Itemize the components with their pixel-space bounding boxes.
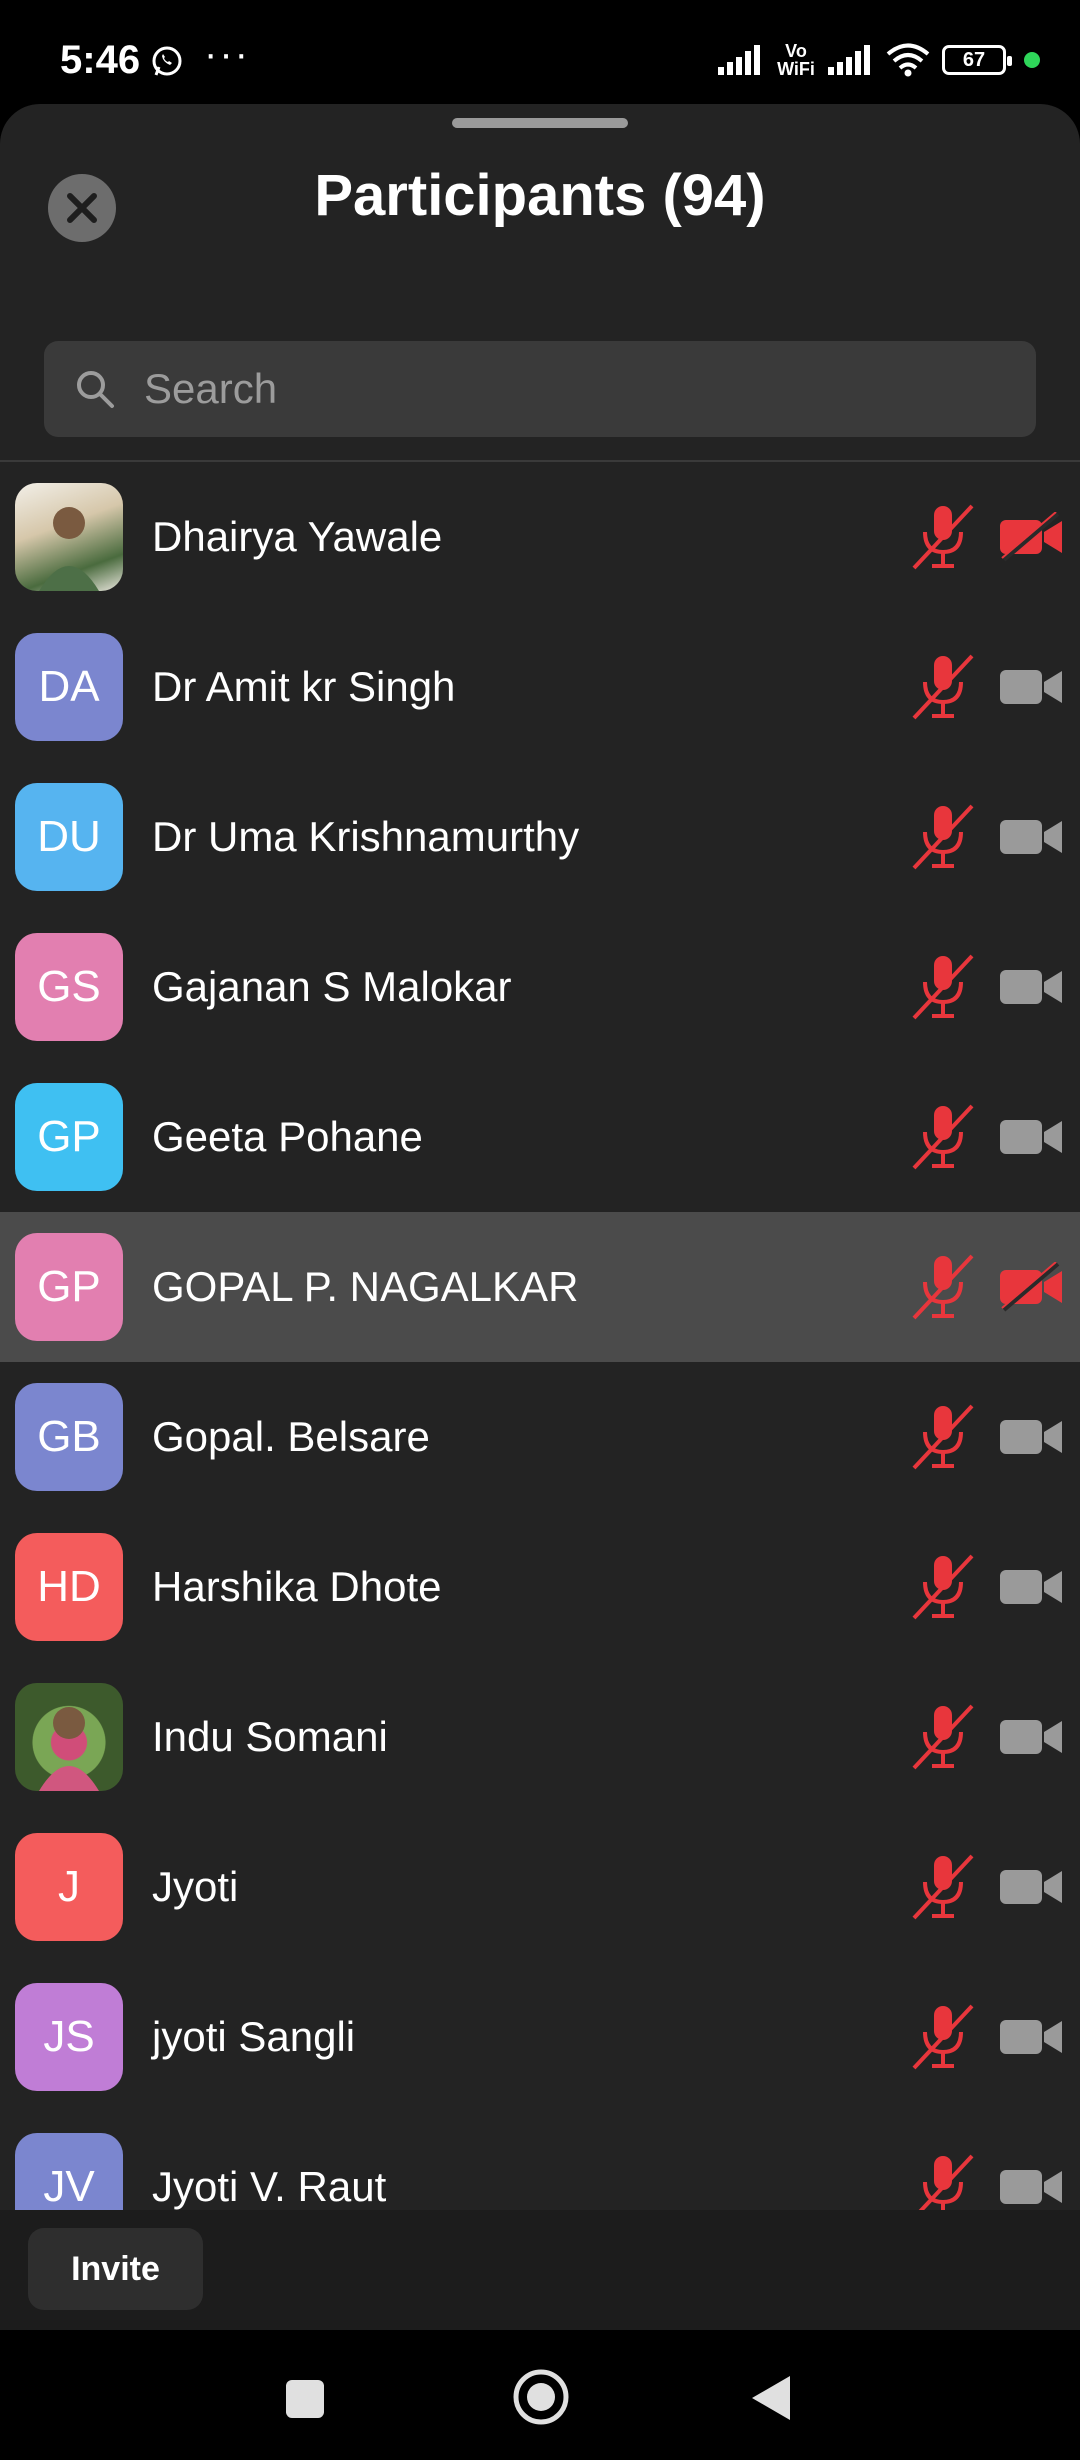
invite-button[interactable]: Invite	[28, 2228, 203, 2310]
avatar-initials: DA	[38, 662, 100, 711]
avatar: GP	[15, 1083, 123, 1191]
system-nav-bar	[0, 2330, 1080, 2460]
participant-name: Indu Somani	[152, 1713, 388, 1760]
sheet-drag-handle[interactable]	[452, 118, 628, 128]
status-bar: 5:46 ··· Vo WiFi 67	[0, 0, 1080, 105]
avatar-initials: GP	[37, 1112, 101, 1161]
mic-muted-icon[interactable]	[910, 2152, 976, 2210]
status-time: 5:46	[60, 38, 141, 82]
back-triangle-icon[interactable]	[748, 2372, 796, 2424]
privacy-indicator-dot	[1024, 52, 1040, 68]
participant-name: jyoti Sangli	[152, 2013, 356, 2060]
video-camera-icon[interactable]	[998, 1712, 1064, 1762]
participant-name: Jyoti	[152, 1863, 239, 1910]
mic-muted-icon[interactable]	[910, 1702, 976, 1772]
mic-muted-icon[interactable]	[910, 1252, 976, 1322]
participants-sheet: Participants (94) Dhairya Yawale DA Dr Ami…	[0, 104, 1080, 2210]
mic-muted-icon[interactable]	[910, 952, 976, 1022]
participant-row[interactable]: Dhairya Yawale	[0, 462, 1080, 612]
video-camera-icon[interactable]	[998, 962, 1064, 1012]
avatar: DA	[15, 633, 123, 741]
avatar: J	[15, 1833, 123, 1941]
participant-row[interactable]: GP Geeta Pohane	[0, 1062, 1080, 1212]
signal-icon	[828, 45, 870, 75]
participant-name: Gajanan S Malokar	[152, 963, 512, 1010]
video-camera-icon[interactable]	[998, 2162, 1064, 2210]
video-camera-icon[interactable]	[998, 1862, 1064, 1912]
participant-list[interactable]: Dhairya Yawale DA Dr Amit kr Singh DU Dr Uma…	[0, 460, 1080, 2210]
avatar: GB	[15, 1383, 123, 1491]
participant-row[interactable]: JS jyoti Sangli	[0, 1962, 1080, 2112]
avatar-initials: GB	[37, 1412, 101, 1461]
avatar-initials: JV	[43, 2162, 95, 2210]
search-bar[interactable]	[44, 341, 1036, 437]
avatar: GS	[15, 933, 123, 1041]
avatar-initials: GS	[37, 962, 101, 1011]
mic-muted-icon[interactable]	[910, 1102, 976, 1172]
avatar-initials: DU	[37, 812, 101, 861]
mic-muted-icon[interactable]	[910, 502, 976, 572]
participant-name: Gopal. Belsare	[152, 1413, 430, 1460]
participant-row[interactable]: Indu Somani	[0, 1662, 1080, 1812]
recents-square-icon[interactable]	[282, 2376, 328, 2422]
participant-name: GOPAL P. NAGALKAR	[152, 1263, 579, 1310]
page-title: Participants (94)	[314, 163, 766, 228]
search-input[interactable]	[142, 364, 986, 414]
video-off-icon[interactable]	[998, 1262, 1064, 1312]
video-camera-icon[interactable]	[998, 812, 1064, 862]
participant-row[interactable]: GS Gajanan S Malokar	[0, 912, 1080, 1062]
status-overflow-icon: ···	[204, 32, 250, 76]
search-icon	[77, 371, 114, 408]
participant-row[interactable]: JV Jyoti V. Raut	[0, 2112, 1080, 2210]
participant-name: Dr Uma Krishnamurthy	[152, 813, 580, 860]
avatar: JS	[15, 1983, 123, 2091]
avatar: DU	[15, 783, 123, 891]
mic-muted-icon[interactable]	[910, 2002, 976, 2072]
video-camera-icon[interactable]	[998, 1112, 1064, 1162]
avatar: GP	[15, 1233, 123, 1341]
video-camera-icon[interactable]	[998, 1562, 1064, 1612]
participant-row[interactable]: J Jyoti	[0, 1812, 1080, 1962]
participant-row[interactable]: DA Dr Amit kr Singh	[0, 612, 1080, 762]
mic-muted-icon[interactable]	[910, 1852, 976, 1922]
vowifi-icon: Vo WiFi	[777, 41, 815, 79]
video-off-icon[interactable]	[998, 512, 1064, 562]
participant-name: Jyoti V. Raut	[152, 2163, 387, 2210]
mic-muted-icon[interactable]	[910, 1402, 976, 1472]
battery-icon: 67	[942, 45, 1012, 75]
mic-muted-icon[interactable]	[910, 652, 976, 722]
mic-muted-icon[interactable]	[910, 1552, 976, 1622]
video-camera-icon[interactable]	[998, 2012, 1064, 2062]
mic-muted-icon[interactable]	[910, 802, 976, 872]
participant-row[interactable]: GB Gopal. Belsare	[0, 1362, 1080, 1512]
participant-name: Harshika Dhote	[152, 1563, 442, 1610]
whatsapp-icon	[152, 46, 182, 76]
signal-icon	[718, 45, 760, 75]
avatar-initials: GP	[37, 1262, 101, 1311]
video-camera-icon[interactable]	[998, 662, 1064, 712]
participant-row[interactable]: GP GOPAL P. NAGALKAR	[0, 1212, 1080, 1362]
home-circle-icon[interactable]	[510, 2366, 572, 2428]
participant-name: Geeta Pohane	[152, 1113, 423, 1160]
bottom-bar: Invite	[0, 2210, 1080, 2330]
avatar-initials: HD	[37, 1562, 101, 1611]
participant-name: Dhairya Yawale	[152, 513, 443, 560]
avatar: HD	[15, 1533, 123, 1641]
video-camera-icon[interactable]	[998, 1412, 1064, 1462]
avatar: JV	[15, 2133, 123, 2210]
avatar-photo	[15, 483, 123, 591]
wifi-icon	[886, 43, 930, 77]
avatar-initials: J	[58, 1862, 80, 1911]
avatar-initials: JS	[43, 2012, 95, 2061]
avatar-photo	[15, 1683, 123, 1791]
participant-row[interactable]: HD Harshika Dhote	[0, 1512, 1080, 1662]
status-right-icons: Vo WiFi 67	[718, 40, 1040, 80]
battery-level: 67	[962, 48, 986, 71]
participant-row[interactable]: DU Dr Uma Krishnamurthy	[0, 762, 1080, 912]
participant-name: Dr Amit kr Singh	[152, 663, 456, 710]
